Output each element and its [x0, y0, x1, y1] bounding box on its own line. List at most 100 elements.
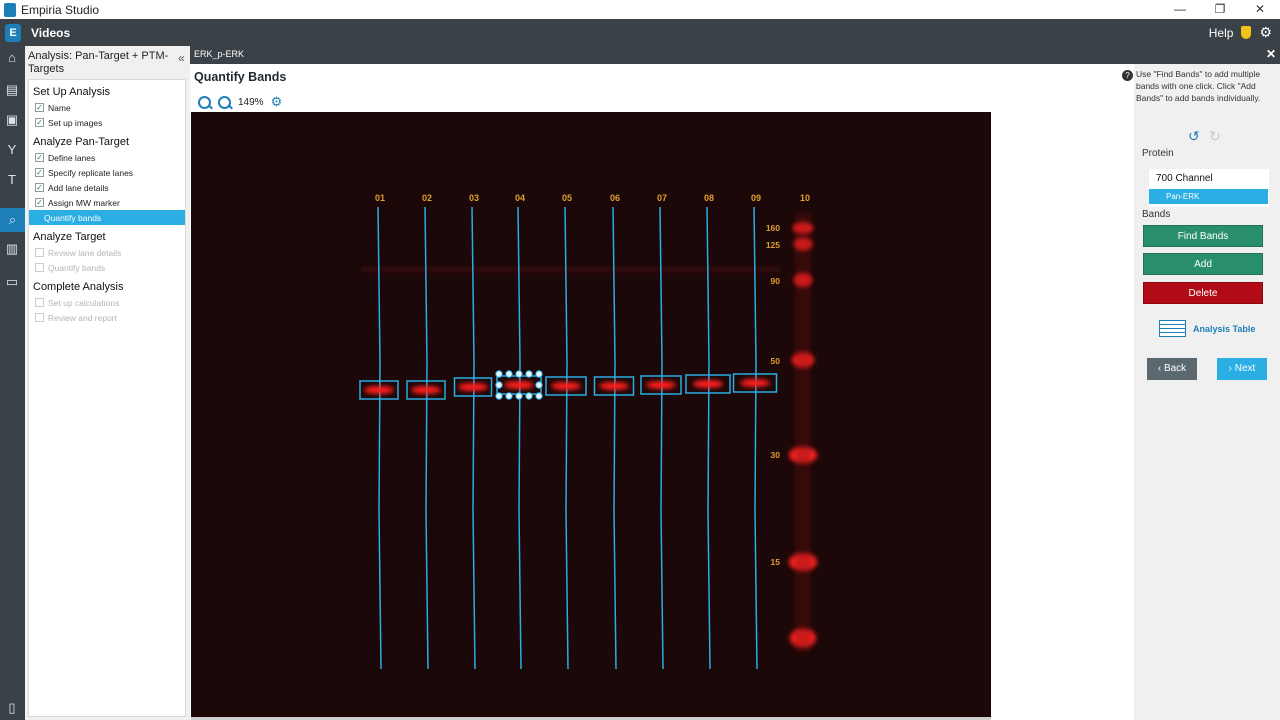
help-link[interactable]: Help [1209, 26, 1234, 40]
step-add-lane-details[interactable]: ✓ Add lane details [29, 180, 185, 195]
step-label: Specify replicate lanes [48, 167, 134, 178]
home-icon[interactable]: ⌂ [4, 50, 20, 66]
selection-handle-2 [535, 370, 543, 378]
step-review-lane-details: ✓ Review lane details [29, 245, 185, 260]
step-label: Set up calculations [48, 297, 120, 308]
mw-label-50: 50 [771, 356, 781, 366]
right-panel: ? Use "Find Bands" to add multiple bands… [1122, 64, 1280, 720]
step-label: Define lanes [48, 152, 96, 163]
selection-handle-11 [525, 392, 533, 400]
step-quantify-bands[interactable]: Quantify bands [29, 210, 185, 225]
document-icon[interactable]: ▤ [4, 82, 20, 98]
step-label: Quantify bands [44, 212, 102, 223]
step-assign-mw-marker[interactable]: ✓ Assign MW marker [29, 195, 185, 210]
analysis-table-label: Analysis Table [1193, 323, 1256, 334]
channel-label: 700 Channel [1156, 173, 1213, 184]
add-band-button[interactable]: Add [1143, 253, 1263, 275]
find-bands-button[interactable]: Find Bands [1143, 225, 1263, 247]
lane-label-08: 08 [704, 193, 714, 203]
top-navigation-bar: E Videos Help ⚙ [0, 19, 1280, 46]
mw-label-125: 125 [766, 240, 780, 250]
help-text: Use "Find Bands" to add multiple bands w… [1136, 69, 1261, 103]
chart-icon[interactable]: ▥ [4, 241, 20, 257]
step-name[interactable]: ✓ Name [29, 100, 185, 115]
question-icon: ? [1122, 70, 1133, 81]
selection-handle-0 [495, 370, 503, 378]
band-02 [411, 386, 441, 394]
selection-handle-5 [495, 392, 503, 400]
restore-button[interactable]: ❐ [1200, 0, 1240, 19]
step-label: Assign MW marker [48, 197, 120, 208]
window-title: Empiria Studio [21, 2, 100, 17]
lane-label-07: 07 [657, 193, 667, 203]
steps-list: Set Up Analysis ✓ Name ✓ Set up images Ana… [28, 79, 186, 717]
help-text-block: ? Use "Find Bands" to add multiple bands… [1122, 68, 1276, 104]
step-set-up-images[interactable]: ✓ Set up images [29, 115, 185, 130]
step-label: Review and report [48, 312, 117, 323]
step-define-lanes[interactable]: ✓ Define lanes [29, 150, 185, 165]
mw-label-90: 90 [771, 276, 781, 286]
trash-icon[interactable]: ▯ [4, 700, 20, 716]
lane-label-05: 05 [562, 193, 572, 203]
check-icon: ✓ [35, 183, 44, 192]
section-analyze-pan-target: Analyze Pan-Target [33, 136, 129, 148]
lane-label-02: 02 [422, 193, 432, 203]
check-icon: ✓ [35, 153, 44, 162]
analysis-title: Analysis: Pan-Target + PTM-Targets [28, 50, 169, 75]
step-specify-replicate-lanes[interactable]: ✓ Specify replicate lanes [29, 165, 185, 180]
step-label: Review lane details [48, 247, 122, 258]
text-icon[interactable]: T [4, 172, 20, 188]
mw-label-160: 160 [766, 223, 780, 233]
undo-icon[interactable]: ↺ [1188, 128, 1200, 145]
close-window-button[interactable]: ✕ [1240, 0, 1280, 19]
step-label: Name [48, 102, 71, 113]
delete-band-button[interactable]: Delete [1143, 282, 1263, 304]
gear-icon[interactable]: ⚙ [1259, 24, 1272, 41]
zoom-in-icon[interactable] [198, 95, 211, 109]
selection-handle-10 [505, 392, 513, 400]
tab-erk-p-erk[interactable]: ERK_p-ERK [194, 49, 244, 59]
analysis-steps-panel: Analysis: Pan-Target + PTM-Targets « Set… [25, 46, 190, 720]
step-label: Quantify bands [48, 262, 106, 273]
check-icon: ✓ [35, 103, 44, 112]
section-analyze-target: Analyze Target [33, 231, 106, 243]
gel-background [191, 112, 991, 718]
band-09 [740, 379, 770, 387]
checkbox-icon: ✓ [35, 248, 44, 257]
app-logo-icon [4, 2, 16, 17]
step-review-and-report: ✓ Review and report [29, 310, 185, 325]
section-set-up-analysis: Set Up Analysis [33, 86, 111, 98]
image-settings-gear-icon[interactable]: ⚙ [271, 94, 283, 110]
selection-handle-6 [515, 392, 523, 400]
back-button[interactable]: ‹ Back [1147, 358, 1197, 380]
mw-label-15: 15 [771, 557, 781, 567]
back-label: Back [1163, 363, 1187, 374]
gel-image[interactable]: 01 02 03 04 05 06 07 08 09 10 160 125 90 50 30 15 [191, 112, 991, 718]
analysis-table-link[interactable]: Analysis Table [1159, 320, 1255, 337]
selection-handle-3 [495, 381, 503, 389]
analysis-icon[interactable]: ⌕ [0, 208, 25, 232]
mw-label-30: 30 [771, 450, 781, 460]
zoom-out-icon[interactable] [218, 95, 231, 109]
band-04 [504, 381, 534, 389]
close-tab-icon[interactable]: ✕ [1266, 47, 1276, 61]
archive-icon[interactable]: ▭ [4, 274, 20, 290]
checkbox-icon: ✓ [35, 263, 44, 272]
selection-handle-1 [515, 370, 523, 378]
next-button[interactable]: › Next [1217, 358, 1267, 380]
protein-pan-erk[interactable]: Pan-ERK [1149, 189, 1268, 204]
empiria-icon[interactable]: E [5, 23, 21, 42]
zoom-toolbar: 149% ⚙ [198, 94, 282, 110]
bands-label: Bands [1142, 209, 1171, 220]
shield-icon[interactable] [1241, 26, 1252, 39]
gel-image-viewer[interactable]: 01 02 03 04 05 06 07 08 09 10 160 125 90 50 30 15 [191, 112, 991, 718]
window-controls: — ❐ ✕ [1160, 0, 1280, 19]
protein-label: Protein [1142, 148, 1174, 159]
minimize-button[interactable]: — [1160, 0, 1200, 19]
collapse-panel-icon[interactable]: « [178, 51, 185, 65]
checkbox-icon: ✓ [35, 313, 44, 322]
videos-link[interactable]: Videos [31, 26, 70, 40]
selection-handle-9 [525, 370, 533, 378]
image-icon[interactable]: ▣ [4, 112, 20, 128]
antibody-icon[interactable]: Y [4, 142, 20, 158]
